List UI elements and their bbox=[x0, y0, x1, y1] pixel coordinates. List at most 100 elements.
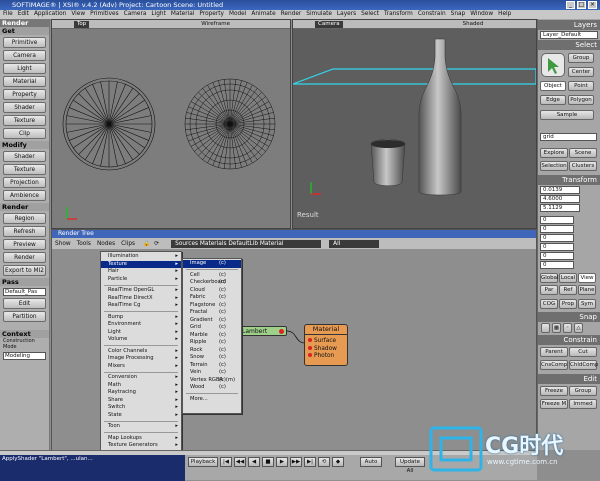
transform-value-field[interactable]: 4.6000 bbox=[540, 195, 580, 203]
lock-icon[interactable]: 🔒 bbox=[143, 241, 150, 247]
prev-key-icon[interactable]: ◀◀ bbox=[234, 457, 246, 467]
menu-select[interactable]: Select bbox=[361, 10, 379, 19]
projection-button[interactable]: Projection bbox=[3, 177, 46, 188]
menu-window[interactable]: Window bbox=[470, 10, 493, 19]
shader-button[interactable]: Shader bbox=[3, 151, 46, 162]
texture-item-vein[interactable]: Vein (c) bbox=[183, 369, 241, 377]
update-all-button[interactable]: Update All bbox=[395, 457, 425, 474]
menu-item-share[interactable]: Share ▸ bbox=[101, 397, 181, 405]
camera-select[interactable]: Camera bbox=[315, 20, 343, 28]
texture-item-snow[interactable]: Snow (c) bbox=[183, 354, 241, 362]
edge-button[interactable]: Edge bbox=[540, 95, 566, 105]
shading-mode-select[interactable]: Shaded bbox=[463, 21, 484, 27]
preview-button[interactable]: Preview bbox=[3, 239, 46, 250]
menu-edit[interactable]: Edit bbox=[18, 10, 29, 19]
point-button[interactable]: Point bbox=[568, 81, 594, 91]
close-button[interactable]: × bbox=[588, 1, 597, 9]
menu-transform[interactable]: Transform bbox=[384, 10, 413, 19]
snap-curve-icon[interactable]: △ bbox=[574, 323, 583, 333]
menu-property[interactable]: Property bbox=[199, 10, 224, 19]
texture-item-ripple[interactable]: Ripple (c) bbox=[183, 339, 241, 347]
grid-field[interactable]: grid bbox=[540, 133, 597, 141]
selection-button[interactable]: Selection bbox=[540, 161, 568, 171]
menu-view[interactable]: View bbox=[71, 10, 85, 19]
menu-item-particle[interactable]: Particle ▸ bbox=[101, 276, 181, 284]
menu-item-texture-generators[interactable]: Texture Generators ▸ bbox=[101, 442, 181, 450]
clusters-button[interactable]: Clusters bbox=[569, 161, 597, 171]
menu-item-hair[interactable]: Hair ▸ bbox=[101, 268, 181, 276]
rt-menu-tools[interactable]: Tools bbox=[77, 241, 91, 247]
refresh-icon[interactable]: ⟳ bbox=[154, 241, 159, 247]
menu-material[interactable]: Material bbox=[171, 10, 195, 19]
minimize-button[interactable]: _ bbox=[566, 1, 575, 9]
menu-item-realtime-directx[interactable]: RealTime DirectX ▸ bbox=[101, 295, 181, 303]
menu-file[interactable]: File bbox=[3, 10, 13, 19]
texture-item-fabric[interactable]: Fabric (c) bbox=[183, 294, 241, 302]
rotation-field[interactable]: 0 bbox=[540, 261, 574, 269]
menu-item-color-channels[interactable]: Color Channels ▸ bbox=[101, 348, 181, 356]
parent-button[interactable]: Parent bbox=[540, 347, 568, 357]
texture-item-marble[interactable]: Marble (c) bbox=[183, 332, 241, 340]
rotation-field[interactable]: 0 bbox=[540, 234, 574, 242]
region-button[interactable]: Region bbox=[3, 213, 46, 224]
menu-item-realtime-cg[interactable]: RealTime Cg ▸ bbox=[101, 302, 181, 310]
ambience-button[interactable]: Ambience bbox=[3, 190, 46, 201]
refresh-button[interactable]: Refresh bbox=[3, 226, 46, 237]
primitive-button[interactable]: Primitive bbox=[3, 37, 46, 48]
menu-primitives[interactable]: Primitives bbox=[90, 10, 119, 19]
play-icon[interactable]: ▶ bbox=[276, 457, 288, 467]
output-port-icon[interactable] bbox=[279, 329, 284, 334]
cnscomp-button[interactable]: CnsComp bbox=[540, 360, 568, 370]
toolbar-header[interactable]: Render bbox=[0, 19, 49, 27]
texture-item-image[interactable]: Image (c) bbox=[183, 260, 241, 268]
construction-mode-select[interactable]: Modeling bbox=[3, 352, 46, 360]
script-log[interactable]: ApplyShader "Lambert", ...ulan... bbox=[0, 455, 185, 481]
auto-key-button[interactable]: Auto bbox=[360, 457, 382, 467]
next-key-icon[interactable]: ▶▶ bbox=[290, 457, 302, 467]
menu-application[interactable]: Application bbox=[34, 10, 66, 19]
snap-toggle[interactable] bbox=[541, 323, 550, 333]
layers-header[interactable]: Layers bbox=[538, 20, 600, 30]
first-frame-icon[interactable]: |◀ bbox=[220, 457, 232, 467]
freeze-m-button[interactable]: Freeze M bbox=[540, 399, 568, 409]
menu-light[interactable]: Light bbox=[151, 10, 165, 19]
menu-simulate[interactable]: Simulate bbox=[306, 10, 332, 19]
texture-item-more[interactable]: More... bbox=[183, 396, 241, 404]
menu-help[interactable]: Help bbox=[498, 10, 511, 19]
center-button[interactable]: Center bbox=[568, 67, 594, 77]
menu-item-mixers[interactable]: Mixers ▸ bbox=[101, 363, 181, 371]
play-backward-icon[interactable]: ◀ bbox=[248, 457, 260, 467]
rt-menu-nodes[interactable]: Nodes bbox=[97, 241, 115, 247]
plane-button[interactable]: Plane bbox=[578, 285, 596, 295]
menu-snap[interactable]: Snap bbox=[451, 10, 466, 19]
group-button[interactable]: Group bbox=[568, 53, 594, 63]
select-header[interactable]: Select bbox=[538, 40, 600, 50]
texture-item-fractal[interactable]: Fractal (c) bbox=[183, 309, 241, 317]
menu-item-toon[interactable]: Toon ▸ bbox=[101, 423, 181, 431]
stop-icon[interactable]: ■ bbox=[262, 457, 274, 467]
rotation-field[interactable]: 0 bbox=[540, 243, 574, 251]
viewport-camera[interactable]: Camera Shaded Result bbox=[292, 19, 537, 229]
sample-button[interactable]: Sample bbox=[540, 110, 594, 120]
property-button[interactable]: Property bbox=[3, 89, 46, 100]
select-arrow-button[interactable] bbox=[541, 53, 565, 77]
menu-model[interactable]: Model bbox=[229, 10, 246, 19]
clip-button[interactable]: Clip bbox=[3, 128, 46, 139]
texture-item-wood[interactable]: Wood (c) bbox=[183, 384, 241, 392]
export-to-mi2-button[interactable]: Export to MI2 bbox=[3, 265, 46, 276]
ref-button[interactable]: Ref bbox=[559, 285, 577, 295]
key-icon[interactable]: ◆ bbox=[332, 457, 344, 467]
snap-point-icon[interactable]: ◦ bbox=[563, 323, 572, 333]
sym-button[interactable]: Sym bbox=[578, 299, 596, 309]
menu-item-texture[interactable]: Texture ▸ bbox=[101, 260, 181, 268]
texture-item-grid[interactable]: Grid (c) bbox=[183, 324, 241, 332]
rotation-field[interactable]: 0 bbox=[540, 252, 574, 260]
port-surface[interactable]: Surface bbox=[305, 338, 347, 346]
transform-value-field[interactable]: 5.1129 bbox=[540, 204, 580, 212]
scope-select[interactable]: All bbox=[329, 239, 380, 248]
texture-item-cell[interactable]: Cell (c) bbox=[183, 272, 241, 280]
menu-item-volume[interactable]: Volume ▸ bbox=[101, 336, 181, 344]
render-button[interactable]: Render bbox=[3, 252, 46, 263]
local-button[interactable]: Local bbox=[559, 273, 577, 283]
freeze-button[interactable]: Freeze bbox=[540, 386, 568, 396]
